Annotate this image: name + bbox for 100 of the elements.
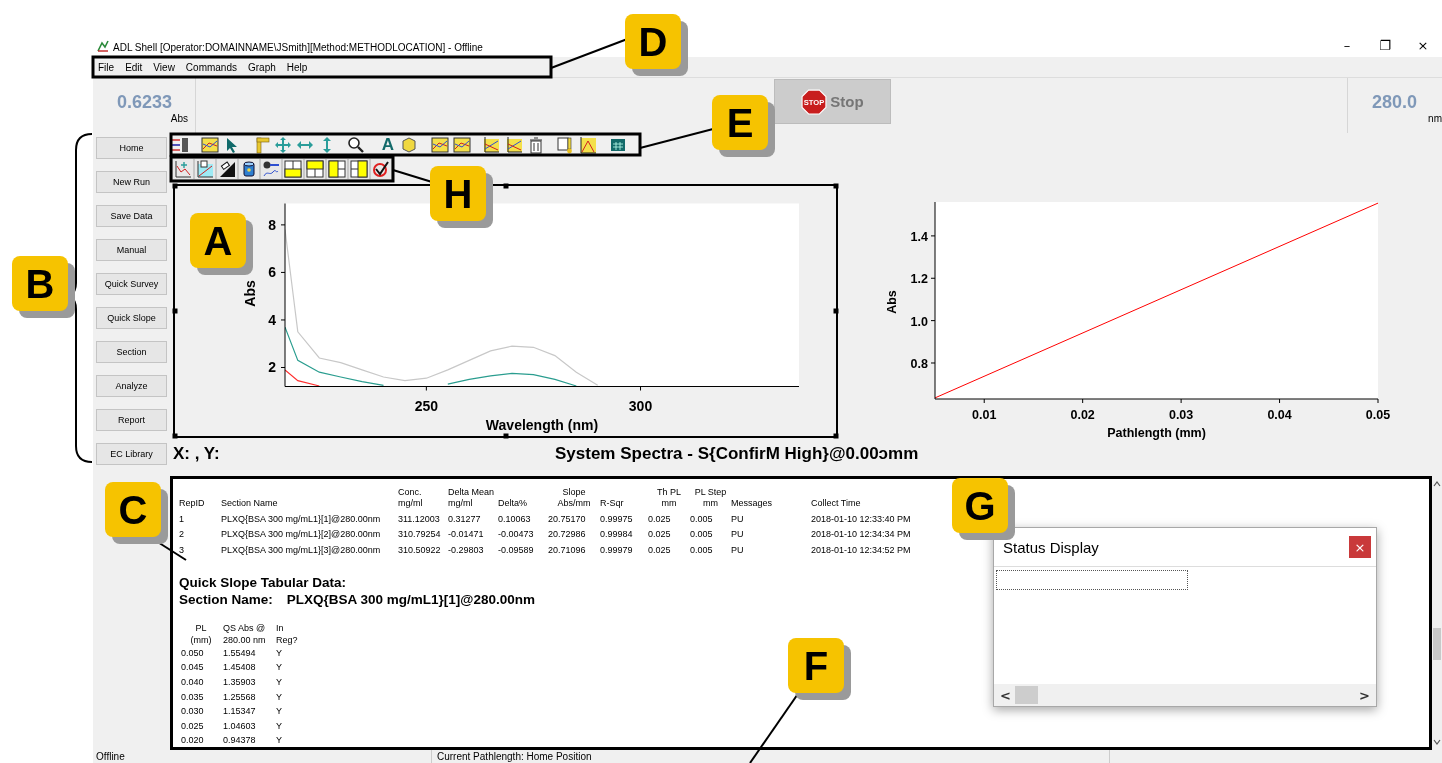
toolbar-button[interactable]: [238, 158, 260, 180]
table-cell-text: Y: [276, 691, 283, 702]
selection-handle[interactable]: [172, 183, 178, 189]
scroll-right-button[interactable]: >: [1357, 687, 1372, 703]
selection-handle[interactable]: [833, 433, 839, 439]
menu-item[interactable]: File: [98, 61, 115, 73]
tick-label: 1.0: [910, 314, 928, 329]
cube-icon[interactable]: [400, 136, 418, 154]
table-cell-text: PU: [731, 529, 745, 540]
column-header: QS Abs @ 280.00 nm: [223, 621, 267, 646]
selection-handle[interactable]: [503, 183, 508, 189]
selection-handle[interactable]: [833, 308, 839, 314]
column-header: In Reg?: [276, 621, 299, 646]
toolbar-button[interactable]: [370, 158, 392, 180]
check-icon: [372, 160, 390, 178]
menu-item[interactable]: View: [153, 61, 175, 73]
toolbar-button[interactable]: [260, 158, 282, 180]
selection-handle[interactable]: [172, 433, 178, 439]
axes-chart-icon[interactable]: [482, 136, 500, 154]
tick-label: 1.2: [910, 272, 928, 287]
peak-chart-icon[interactable]: [579, 136, 597, 154]
table-cell-text: PU: [731, 513, 745, 524]
tick-label: 0.04: [1267, 408, 1292, 422]
list-box[interactable]: [996, 570, 1188, 590]
trash-icon[interactable]: [527, 136, 545, 154]
toolbar-button[interactable]: [216, 158, 238, 180]
column-header: Th PL mm: [656, 487, 682, 509]
chart-trash-icon[interactable]: [505, 136, 523, 154]
layout-icon: [350, 160, 368, 178]
toolbar-button[interactable]: [282, 158, 304, 180]
toolbar-button[interactable]: [304, 158, 326, 180]
table-cell-text: 0.025: [648, 544, 672, 555]
sidebar-button[interactable]: Save Data: [96, 205, 167, 227]
menu-item[interactable]: Help: [286, 61, 308, 73]
contrast-icon: [218, 160, 236, 178]
menu-item[interactable]: Graph: [248, 61, 276, 73]
table-cell-text: 0.005: [690, 544, 714, 555]
stop-sign-icon: STOP: [801, 88, 828, 115]
sidebar-button[interactable]: Home: [96, 137, 167, 159]
menu-item[interactable]: Commands: [185, 61, 237, 73]
table-cell-text: 20.72986: [548, 529, 587, 540]
table-cell-text: 0.005: [690, 529, 714, 540]
calculator-icon[interactable]: [609, 136, 627, 154]
sidebar-button[interactable]: Quick Slope: [96, 307, 167, 329]
table-cell-text: Y: [276, 706, 283, 717]
table-cell-text: 0.005: [690, 513, 714, 524]
table-cell-text: 0.025: [180, 720, 205, 731]
toolbar-button[interactable]: [348, 158, 370, 180]
layout-icon: [328, 160, 346, 178]
table-cell-text: 0.045: [180, 662, 205, 673]
table-cell-text: 1.25568: [223, 691, 257, 702]
table-cell-text: 1.15347: [223, 706, 257, 717]
table-cell-text: 311.12003: [398, 513, 441, 524]
sidebar-button[interactable]: Manual: [96, 239, 167, 261]
axis-title: Wavelength (nm): [485, 416, 599, 433]
chart-panel-icon[interactable]: [453, 136, 471, 154]
selection-handle[interactable]: [833, 183, 839, 189]
move-icon[interactable]: [274, 136, 292, 154]
scroll-left-button[interactable]: <: [998, 687, 1013, 703]
line-chart-icon[interactable]: [201, 136, 219, 154]
axis-title: Abs: [885, 290, 899, 314]
sidebar-button[interactable]: EC Library: [96, 443, 167, 465]
sidebar-button[interactable]: Analyze: [96, 375, 167, 397]
sidebar-button[interactable]: Report: [96, 409, 167, 431]
scroll-up-icon[interactable]: [1432, 480, 1442, 488]
section-label: Section Name:: [179, 591, 273, 607]
scroll-thumb[interactable]: [1433, 628, 1441, 660]
sidebar-button[interactable]: New Run: [96, 171, 167, 193]
scroll-thumb[interactable]: [1014, 686, 1038, 704]
table-cell-text: 310.79254: [398, 529, 442, 540]
toolbar-button[interactable]: [326, 158, 348, 180]
column-header: Section Name: [221, 498, 279, 509]
selection-handle[interactable]: [172, 308, 178, 314]
zoom-icon[interactable]: [347, 136, 365, 154]
layout-icon: [306, 160, 324, 178]
sidebar-button[interactable]: Section: [96, 341, 167, 363]
selection-handle[interactable]: [503, 433, 508, 439]
text-tool-button[interactable]: A: [379, 136, 397, 154]
table-cell-text: 0.025: [648, 529, 672, 540]
column-header: Collect Time: [811, 498, 862, 509]
leader-line: [392, 169, 433, 183]
section-heading: Quick Slope Tabular Data:: [179, 573, 347, 591]
close-button[interactable]: ×: [1404, 35, 1442, 55]
chart-panel-icon[interactable]: [431, 136, 449, 154]
sidebar-button[interactable]: Quick Survey: [96, 273, 167, 295]
signature-icon: [262, 160, 280, 178]
axes-chart-icon: [174, 160, 192, 178]
minimize-button[interactable]: –: [1328, 35, 1366, 55]
table-cell-text: 0.31277: [448, 513, 482, 524]
scroll-down-icon[interactable]: [1432, 738, 1442, 746]
thermometer-icon[interactable]: [556, 136, 574, 154]
restore-button[interactable]: ❐: [1366, 35, 1404, 55]
close-button[interactable]: ×: [1349, 536, 1371, 558]
legend-icon[interactable]: [171, 136, 189, 154]
scrollbar[interactable]: < >: [994, 684, 1376, 706]
menu-item[interactable]: Edit: [125, 61, 143, 73]
window-title: Status Display: [1003, 538, 1100, 556]
tick-label: 300: [628, 397, 653, 414]
column-header: RepID: [179, 498, 206, 509]
column-header: Conc. mg/ml: [398, 487, 424, 509]
